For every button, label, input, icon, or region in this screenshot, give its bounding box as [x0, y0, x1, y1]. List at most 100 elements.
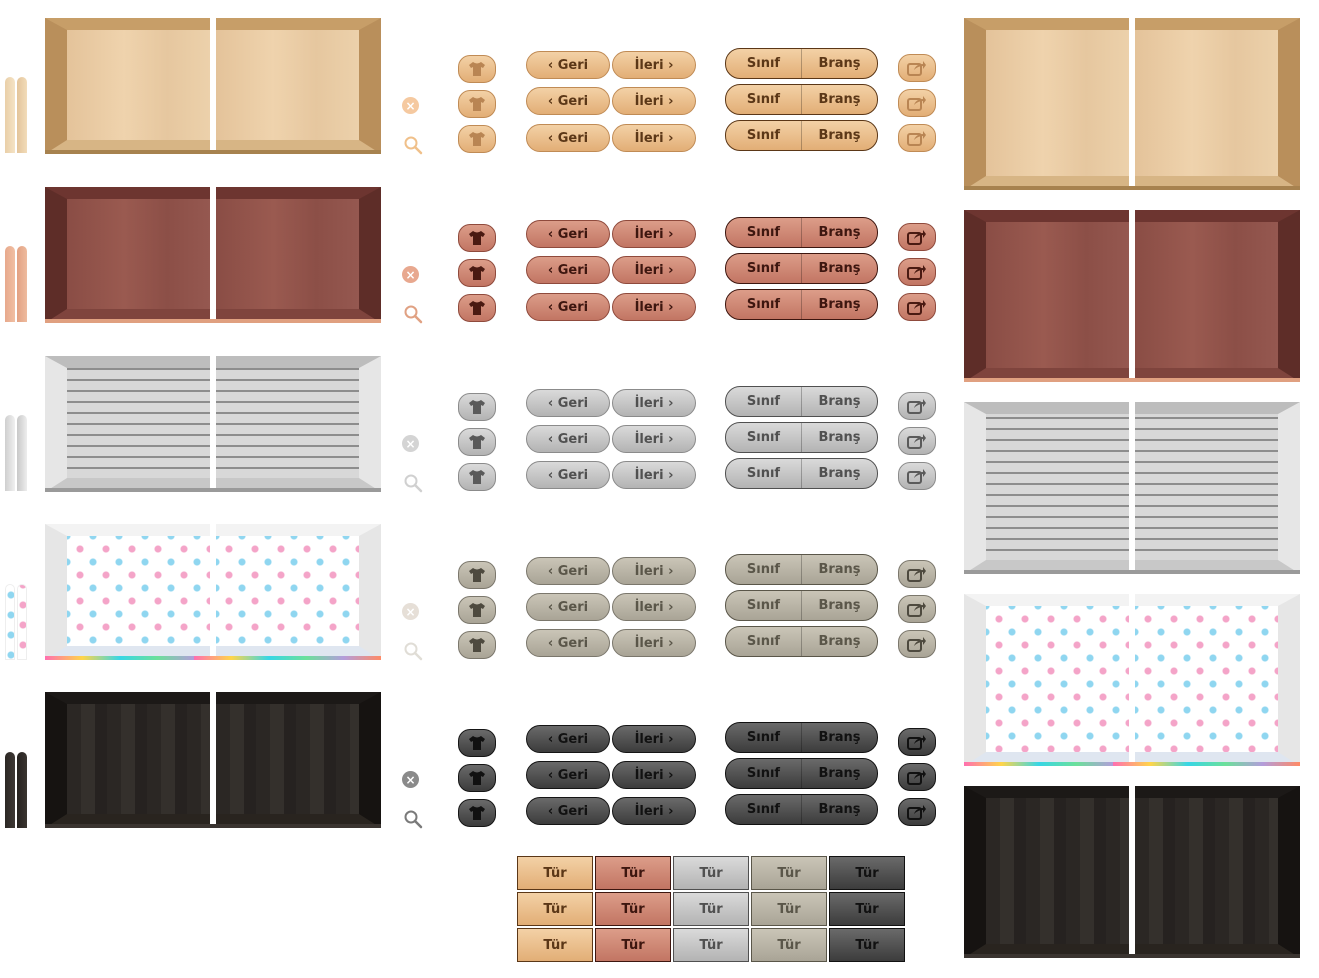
- class-tab[interactable]: Sınıf: [726, 591, 801, 620]
- forward-button[interactable]: İleri ›: [612, 797, 696, 825]
- share-button[interactable]: [898, 798, 936, 826]
- clear-x-icon[interactable]: ×: [402, 97, 419, 114]
- type-tile[interactable]: Tür: [517, 892, 593, 926]
- type-tile[interactable]: Tür: [517, 928, 593, 962]
- type-tile[interactable]: Tür: [751, 892, 827, 926]
- class-tab[interactable]: Sınıf: [726, 254, 801, 283]
- back-button[interactable]: ‹ Geri: [526, 293, 610, 321]
- class-tab[interactable]: Sınıf: [726, 759, 801, 788]
- shirt-button[interactable]: [458, 764, 496, 792]
- branch-tab[interactable]: Branş: [801, 627, 877, 656]
- search-icon[interactable]: [403, 473, 423, 493]
- share-button[interactable]: [898, 763, 936, 791]
- back-button[interactable]: ‹ Geri: [526, 256, 610, 284]
- back-button[interactable]: ‹ Geri: [526, 725, 610, 753]
- class-branch-segment[interactable]: Sınıf Branş: [725, 289, 878, 320]
- branch-tab[interactable]: Branş: [801, 759, 877, 788]
- class-tab[interactable]: Sınıf: [726, 387, 801, 416]
- back-button[interactable]: ‹ Geri: [526, 87, 610, 115]
- class-tab[interactable]: Sınıf: [726, 121, 801, 150]
- shirt-button[interactable]: [458, 90, 496, 118]
- search-icon[interactable]: [403, 809, 423, 829]
- share-button[interactable]: [898, 293, 936, 321]
- back-button[interactable]: ‹ Geri: [526, 593, 610, 621]
- share-button[interactable]: [898, 258, 936, 286]
- type-tile[interactable]: Tür: [673, 856, 749, 890]
- class-tab[interactable]: Sınıf: [726, 555, 801, 584]
- forward-button[interactable]: İleri ›: [612, 593, 696, 621]
- shirt-button[interactable]: [458, 561, 496, 589]
- back-button[interactable]: ‹ Geri: [526, 51, 610, 79]
- class-branch-segment[interactable]: Sınıf Branş: [725, 722, 878, 753]
- branch-tab[interactable]: Branş: [801, 591, 877, 620]
- branch-tab[interactable]: Branş: [801, 49, 877, 78]
- class-tab[interactable]: Sınıf: [726, 218, 801, 247]
- class-tab[interactable]: Sınıf: [726, 459, 801, 488]
- shirt-button[interactable]: [458, 729, 496, 757]
- shirt-button[interactable]: [458, 631, 496, 659]
- type-tile[interactable]: Tür: [751, 856, 827, 890]
- type-tile[interactable]: Tür: [595, 892, 671, 926]
- back-button[interactable]: ‹ Geri: [526, 425, 610, 453]
- class-branch-segment[interactable]: Sınıf Branş: [725, 626, 878, 657]
- type-tile[interactable]: Tür: [751, 928, 827, 962]
- class-branch-segment[interactable]: Sınıf Branş: [725, 48, 878, 79]
- branch-tab[interactable]: Branş: [801, 121, 877, 150]
- shirt-button[interactable]: [458, 428, 496, 456]
- class-tab[interactable]: Sınıf: [726, 49, 801, 78]
- forward-button[interactable]: İleri ›: [612, 293, 696, 321]
- type-tile[interactable]: Tür: [829, 892, 905, 926]
- class-branch-segment[interactable]: Sınıf Branş: [725, 120, 878, 151]
- type-tile[interactable]: Tür: [829, 856, 905, 890]
- share-button[interactable]: [898, 462, 936, 490]
- class-branch-segment[interactable]: Sınıf Branş: [725, 217, 878, 248]
- type-tile[interactable]: Tür: [673, 928, 749, 962]
- back-button[interactable]: ‹ Geri: [526, 220, 610, 248]
- shirt-button[interactable]: [458, 463, 496, 491]
- share-button[interactable]: [898, 124, 936, 152]
- forward-button[interactable]: İleri ›: [612, 51, 696, 79]
- share-button[interactable]: [898, 392, 936, 420]
- branch-tab[interactable]: Branş: [801, 85, 877, 114]
- branch-tab[interactable]: Branş: [801, 423, 877, 452]
- back-button[interactable]: ‹ Geri: [526, 461, 610, 489]
- back-button[interactable]: ‹ Geri: [526, 797, 610, 825]
- shirt-button[interactable]: [458, 55, 496, 83]
- branch-tab[interactable]: Branş: [801, 290, 877, 319]
- share-button[interactable]: [898, 728, 936, 756]
- type-tile[interactable]: Tür: [595, 928, 671, 962]
- back-button[interactable]: ‹ Geri: [526, 557, 610, 585]
- class-branch-segment[interactable]: Sınıf Branş: [725, 422, 878, 453]
- share-button[interactable]: [898, 427, 936, 455]
- class-branch-segment[interactable]: Sınıf Branş: [725, 758, 878, 789]
- branch-tab[interactable]: Branş: [801, 254, 877, 283]
- forward-button[interactable]: İleri ›: [612, 256, 696, 284]
- back-button[interactable]: ‹ Geri: [526, 389, 610, 417]
- search-icon[interactable]: [403, 304, 423, 324]
- class-branch-segment[interactable]: Sınıf Branş: [725, 386, 878, 417]
- forward-button[interactable]: İleri ›: [612, 87, 696, 115]
- type-tile[interactable]: Tür: [517, 856, 593, 890]
- share-button[interactable]: [898, 560, 936, 588]
- forward-button[interactable]: İleri ›: [612, 389, 696, 417]
- type-tile[interactable]: Tür: [673, 892, 749, 926]
- forward-button[interactable]: İleri ›: [612, 557, 696, 585]
- forward-button[interactable]: İleri ›: [612, 761, 696, 789]
- forward-button[interactable]: İleri ›: [612, 220, 696, 248]
- branch-tab[interactable]: Branş: [801, 459, 877, 488]
- branch-tab[interactable]: Branş: [801, 723, 877, 752]
- class-tab[interactable]: Sınıf: [726, 627, 801, 656]
- shirt-button[interactable]: [458, 799, 496, 827]
- forward-button[interactable]: İleri ›: [612, 629, 696, 657]
- back-button[interactable]: ‹ Geri: [526, 761, 610, 789]
- clear-x-icon[interactable]: ×: [402, 603, 419, 620]
- forward-button[interactable]: İleri ›: [612, 725, 696, 753]
- class-branch-segment[interactable]: Sınıf Branş: [725, 458, 878, 489]
- search-icon[interactable]: [403, 135, 423, 155]
- back-button[interactable]: ‹ Geri: [526, 124, 610, 152]
- class-tab[interactable]: Sınıf: [726, 795, 801, 824]
- share-button[interactable]: [898, 89, 936, 117]
- share-button[interactable]: [898, 630, 936, 658]
- search-icon[interactable]: [403, 641, 423, 661]
- type-tile[interactable]: Tür: [829, 928, 905, 962]
